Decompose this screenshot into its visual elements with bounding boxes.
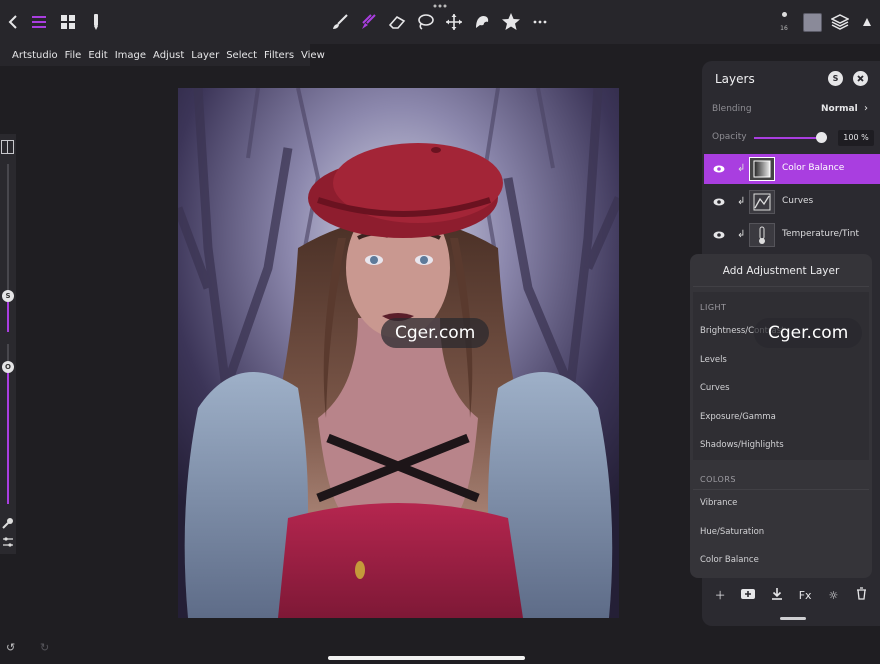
adj-item-shadows-highlights[interactable]: Shadows/Highlights bbox=[700, 440, 784, 450]
visibility-eye-icon[interactable] bbox=[713, 196, 725, 208]
menu-artstudio[interactable]: Artstudio bbox=[12, 50, 58, 61]
add-layer-icon[interactable]: ＋ bbox=[709, 587, 731, 603]
menu-filters[interactable]: Filters bbox=[264, 50, 294, 61]
eyedropper-icon[interactable] bbox=[2, 517, 14, 529]
adj-item-exposure-gamma[interactable]: Exposure/Gamma bbox=[700, 412, 776, 422]
smudge-tool-icon[interactable] bbox=[358, 12, 378, 32]
menu-layer[interactable]: Layer bbox=[191, 50, 219, 61]
clipping-mask-icon: ↲ bbox=[737, 196, 746, 207]
drag-handle-icon[interactable] bbox=[432, 3, 448, 9]
brush-size-value: 16 bbox=[780, 25, 788, 32]
close-icon bbox=[857, 75, 864, 82]
size-slider-track[interactable] bbox=[7, 164, 9, 302]
layers-stack-icon[interactable] bbox=[830, 12, 850, 32]
clipping-mask-icon: ↲ bbox=[737, 163, 746, 174]
adj-item-curves[interactable]: Curves bbox=[700, 383, 730, 393]
visibility-eye-icon[interactable] bbox=[713, 163, 725, 175]
layers-footer-toolbar: ＋ Fx ☼ bbox=[702, 585, 880, 605]
blending-label: Blending bbox=[712, 104, 752, 114]
opacity-slider-knob[interactable]: O bbox=[2, 361, 14, 373]
opacity-value-field[interactable]: 100 % bbox=[838, 130, 874, 146]
adj-item-levels[interactable]: Levels bbox=[700, 355, 727, 365]
brush-dot-icon bbox=[781, 12, 787, 17]
menu-edit[interactable]: Edit bbox=[88, 50, 107, 61]
chevron-right-icon[interactable]: › bbox=[864, 103, 868, 114]
layer-row-temperature-tint[interactable]: ↲ Temperature/Tint bbox=[704, 220, 880, 250]
section-label-light: LIGHT bbox=[700, 303, 727, 312]
section-label-colors: COLORS bbox=[700, 475, 736, 484]
top-toolbar: 16 bbox=[0, 0, 880, 44]
light-settings-icon[interactable]: ☼ bbox=[822, 589, 844, 602]
brush-size-indicator[interactable]: 16 bbox=[776, 12, 792, 32]
back-chevron-icon[interactable] bbox=[3, 12, 23, 32]
menu-select[interactable]: Select bbox=[226, 50, 257, 61]
layer-s-button[interactable]: S bbox=[828, 71, 843, 86]
redo-icon[interactable]: ↻ bbox=[40, 641, 49, 654]
clipping-mask-icon: ↲ bbox=[737, 229, 746, 240]
add-adjustment-layer-popup: Add Adjustment Layer LIGHT Brightness/Co… bbox=[690, 254, 872, 578]
menu-view[interactable]: View bbox=[301, 50, 325, 61]
watermark-center: Cger.com bbox=[381, 318, 490, 348]
gallery-grid-icon[interactable] bbox=[58, 12, 78, 32]
layer-name: Color Balance bbox=[782, 163, 845, 173]
add-adjustment-icon[interactable] bbox=[737, 588, 759, 603]
watermark-right: Cger.com bbox=[754, 318, 863, 348]
color-balance-thumbnail bbox=[749, 157, 775, 181]
thermometer-thumbnail bbox=[749, 223, 775, 247]
favorites-star-icon[interactable] bbox=[501, 12, 521, 32]
pencil-settings-icon[interactable] bbox=[86, 12, 106, 32]
blending-mode-value[interactable]: Normal bbox=[821, 104, 858, 114]
menu-hamburger-icon[interactable] bbox=[29, 12, 49, 32]
curves-thumbnail bbox=[749, 190, 775, 214]
color-swatch[interactable] bbox=[803, 13, 822, 32]
eraser-tool-icon[interactable] bbox=[387, 12, 407, 32]
portrait-painting bbox=[178, 88, 619, 618]
menu-adjust[interactable]: Adjust bbox=[153, 50, 184, 61]
opacity-slider-knob[interactable] bbox=[816, 132, 827, 143]
merge-down-icon[interactable] bbox=[766, 587, 788, 603]
navigator-triangle-icon[interactable] bbox=[857, 12, 877, 32]
menu-image[interactable]: Image bbox=[115, 50, 146, 61]
left-slider-rail: S O bbox=[0, 134, 16, 554]
home-indicator-bar[interactable] bbox=[328, 656, 525, 660]
sliders-settings-icon[interactable] bbox=[2, 536, 14, 548]
warp-tool-icon[interactable] bbox=[472, 12, 492, 32]
visibility-eye-icon[interactable] bbox=[713, 229, 725, 241]
effects-fx-button[interactable]: Fx bbox=[794, 589, 816, 602]
lasso-tool-icon[interactable] bbox=[415, 12, 435, 32]
brush-tool-icon[interactable] bbox=[330, 12, 350, 32]
layer-row-color-balance[interactable]: ↲ Color Balance bbox=[704, 154, 880, 184]
layer-row-curves[interactable]: ↲ Curves bbox=[704, 187, 880, 217]
panel-resize-grip[interactable] bbox=[780, 617, 806, 620]
close-panel-button[interactable] bbox=[853, 71, 868, 86]
popup-title: Add Adjustment Layer bbox=[722, 265, 840, 277]
divider bbox=[693, 286, 869, 287]
divider bbox=[693, 489, 869, 490]
menu-file[interactable]: File bbox=[65, 50, 82, 61]
layer-name: Curves bbox=[782, 196, 814, 206]
move-tool-icon[interactable] bbox=[444, 12, 464, 32]
undo-icon[interactable]: ↺ bbox=[6, 641, 15, 654]
opacity-label: Opacity bbox=[712, 132, 747, 142]
adj-item-color-balance[interactable]: Color Balance bbox=[700, 555, 759, 565]
layers-panel-title: Layers bbox=[715, 72, 755, 86]
size-slider-knob[interactable]: S bbox=[2, 290, 14, 302]
delete-trash-icon[interactable] bbox=[851, 587, 873, 603]
adj-item-vibrance[interactable]: Vibrance bbox=[700, 498, 737, 508]
opacity-slider-track[interactable] bbox=[754, 137, 820, 139]
split-view-icon[interactable] bbox=[1, 140, 14, 154]
more-options-icon[interactable] bbox=[530, 12, 550, 32]
opacity-slider-fill bbox=[7, 366, 9, 504]
adj-item-hue-saturation[interactable]: Hue/Saturation bbox=[700, 527, 764, 537]
artwork-canvas[interactable] bbox=[178, 88, 619, 618]
menu-bar: Artstudio File Edit Image Adjust Layer S… bbox=[0, 44, 325, 66]
layer-name: Temperature/Tint bbox=[782, 229, 859, 239]
